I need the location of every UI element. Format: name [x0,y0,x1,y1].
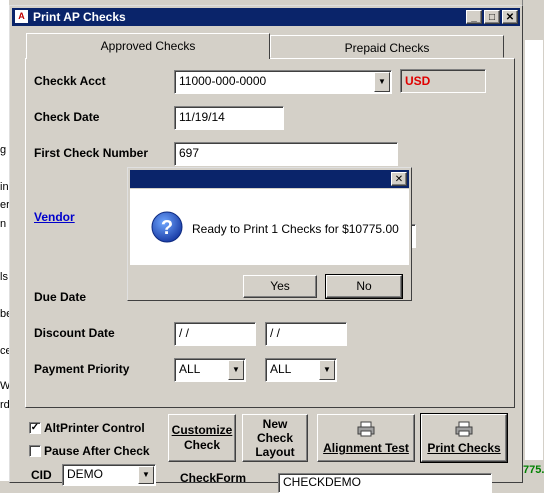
pause-after-check-label: Pause After Check [44,444,150,458]
check-date-input[interactable]: 11/19/14 [174,106,284,130]
new-check-layout-button[interactable]: New Check Layout [242,414,308,462]
svg-text:?: ? [161,217,173,239]
no-button[interactable]: No [325,274,403,299]
confirm-print-dialog: ✕ ? Ready to Print 1 Checks for $10775.0… [127,167,412,301]
discount-date-from-input[interactable]: / / [174,322,256,346]
close-button[interactable]: ✕ [502,10,518,24]
dialog-body: ? Ready to Print 1 Checks for $10775.00 [130,189,409,265]
checking-acct-label: Checkk Acct [34,74,106,88]
discount-date-to-input[interactable]: / / [265,322,347,346]
bg-text: ls [0,271,8,283]
printer-icon [357,421,375,437]
background-app-right: 775. [522,0,544,481]
bg-text: g [0,144,7,156]
chevron-down-icon[interactable]: ▼ [138,466,154,484]
yes-button[interactable]: Yes [243,275,317,298]
cid-label: CID [31,468,52,482]
tab-approved-checks[interactable]: Approved Checks [26,33,270,59]
checking-acct-value: 11000-000-0000 [179,74,267,88]
background-app-left: g in er n ls be ce Wo rd [0,0,16,481]
window-title: Print AP Checks [33,10,126,24]
bg-amount: 775. [523,464,544,476]
checking-acct-dropdown[interactable]: 11000-000-0000 ▼ [174,70,392,94]
chevron-down-icon[interactable]: ▼ [319,360,335,380]
new-layout-label-1: New [262,417,288,431]
payment-priority-label: Payment Priority [34,362,130,376]
print-checks-button[interactable]: Print Checks [420,413,508,463]
check-date-label: Check Date [34,110,100,124]
checkform-label: CheckForm [180,471,247,485]
bg-text: in [0,181,9,193]
title-bar[interactable]: A Print AP Checks _ □ ✕ [12,8,520,26]
pause-after-check-checkbox[interactable] [29,445,41,457]
cid-dropdown[interactable]: DEMO ▼ [62,464,156,486]
alignment-test-label: Alignment Test [323,441,409,455]
bg-text: n [0,218,7,230]
maximize-button[interactable]: □ [484,10,500,24]
new-layout-label-3: Layout [255,445,295,459]
dialog-message: Ready to Print 1 Checks for $10775.00 [192,222,399,236]
alt-printer-label: AltPrinter Control [44,421,145,435]
dialog-title-bar[interactable]: ✕ [130,170,409,188]
print-checks-label: Print Checks [427,441,501,455]
customize-check-button[interactable]: Customize Check [168,414,236,462]
question-icon: ? [151,211,183,243]
priority-to-dropdown[interactable]: ALL ▼ [265,358,337,382]
chevron-down-icon[interactable]: ▼ [228,360,244,380]
customize-check-label-1: Customize [171,423,233,437]
currency-value: USD [405,74,431,88]
dialog-close-button[interactable]: ✕ [391,172,407,186]
first-check-number-label: First Check Number [34,146,149,160]
alt-printer-checkbox[interactable]: ✓ [29,422,41,434]
priority-to-value: ALL [270,362,292,376]
discount-date-label: Discount Date [34,326,115,340]
tab-prepaid-checks[interactable]: Prepaid Checks [270,35,504,58]
minimize-button[interactable]: _ [466,10,482,24]
chevron-down-icon[interactable]: ▼ [374,72,390,92]
priority-from-dropdown[interactable]: ALL ▼ [174,358,246,382]
new-layout-label-2: Check [256,431,294,445]
first-check-number-input[interactable]: 697 [174,142,398,166]
alignment-test-button[interactable]: Alignment Test [317,414,415,462]
printer-icon [455,421,473,437]
vendor-link[interactable]: Vendor [34,210,75,224]
cid-value: DEMO [67,467,103,481]
due-date-label: Due Date [34,290,87,304]
app-icon: A [15,10,28,23]
customize-check-label-2: Check [183,438,221,452]
currency-badge: USD [400,69,486,93]
priority-from-value: ALL [179,362,201,376]
checkform-input[interactable]: CHECKDEMO [278,473,492,493]
